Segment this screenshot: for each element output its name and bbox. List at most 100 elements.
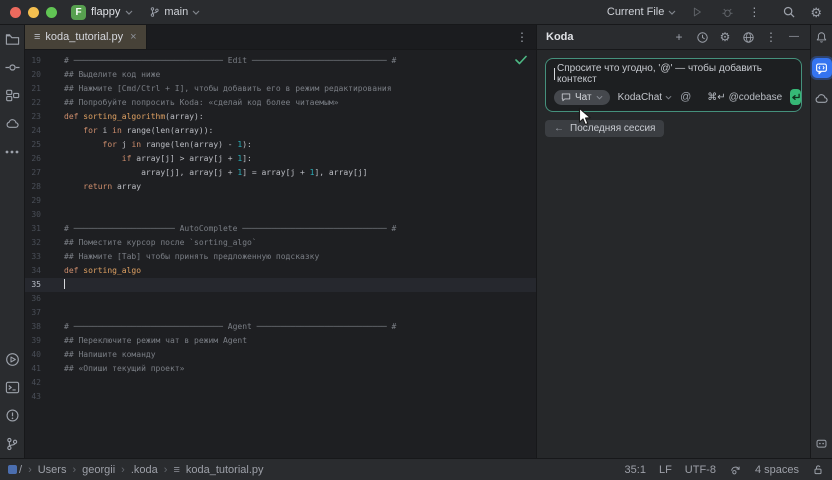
code-line[interactable]: 22## Попробуйте попросить Koda: «сделай …: [25, 96, 536, 110]
indent-widget[interactable]: 4 spaces: [755, 464, 799, 476]
line-number[interactable]: 23: [25, 110, 41, 124]
hide-panel-icon[interactable]: —: [787, 30, 801, 44]
line-number[interactable]: 25: [25, 138, 41, 152]
line-number[interactable]: 40: [25, 348, 41, 362]
line-number[interactable]: 24: [25, 124, 41, 138]
code-line[interactable]: 20## Выделите код ниже: [25, 68, 536, 82]
terminal-tool-button[interactable]: [4, 379, 21, 396]
run-config-selector[interactable]: Current File: [607, 6, 676, 18]
caret-position-widget[interactable]: 35:1: [625, 464, 646, 476]
editor-tab-options-icon[interactable]: ⋮: [508, 25, 536, 49]
code-line[interactable]: 37: [25, 306, 536, 320]
code-line[interactable]: 30: [25, 208, 536, 222]
line-number[interactable]: 28: [25, 180, 41, 194]
line-number[interactable]: 31: [25, 222, 41, 236]
line-number[interactable]: 30: [25, 208, 41, 222]
code-editor[interactable]: 19# ─────────────────────────────── Edit…: [25, 50, 536, 458]
search-icon[interactable]: [782, 5, 796, 19]
structure-tool-button[interactable]: [4, 87, 21, 104]
breadcrumb-item[interactable]: /: [19, 464, 22, 476]
line-number[interactable]: 36: [25, 292, 41, 306]
encoding-widget[interactable]: UTF-8: [685, 464, 716, 476]
tab-close-icon[interactable]: ×: [130, 31, 136, 43]
model-selector[interactable]: KodaChat: [618, 92, 672, 103]
code-line[interactable]: 29: [25, 194, 536, 208]
debug-button[interactable]: [718, 3, 736, 21]
code-line[interactable]: 42: [25, 376, 536, 390]
commit-tool-button[interactable]: [4, 59, 21, 76]
code-line[interactable]: 19# ─────────────────────────────── Edit…: [25, 54, 536, 68]
chat-input-field[interactable]: Спросите что угодно, '@' — чтобы добавит…: [554, 66, 793, 81]
settings-gear-icon[interactable]: ⚙: [718, 30, 732, 44]
more-actions-button[interactable]: ⋮: [748, 6, 760, 18]
code-line[interactable]: 43: [25, 390, 536, 404]
line-number[interactable]: 35: [25, 278, 41, 292]
code-line[interactable]: 27 array[j], array[j + 1] = array[j + 1]…: [25, 166, 536, 180]
line-number[interactable]: 42: [25, 376, 41, 390]
line-number[interactable]: 39: [25, 334, 41, 348]
run-tool-button[interactable]: [4, 351, 21, 368]
chat-mode-chip[interactable]: Чат: [554, 90, 610, 105]
code-line[interactable]: 38# ─────────────────────────────── Agen…: [25, 320, 536, 334]
new-chat-icon[interactable]: +: [672, 30, 686, 44]
line-number[interactable]: 38: [25, 320, 41, 334]
line-ending-widget[interactable]: LF: [659, 464, 672, 476]
code-line[interactable]: 31# ───────────────────── AutoComplete ─…: [25, 222, 536, 236]
line-number[interactable]: 19: [25, 54, 41, 68]
code-line[interactable]: 34def sorting_algo: [25, 264, 536, 278]
line-number[interactable]: 37: [25, 306, 41, 320]
code-line[interactable]: 40## Напишите команду: [25, 348, 536, 362]
code-line[interactable]: 24 for i in range(len(array)):: [25, 124, 536, 138]
line-number[interactable]: 27: [25, 166, 41, 180]
code-line[interactable]: 32## Поместите курсор после `sorting_alg…: [25, 236, 536, 250]
line-number[interactable]: 20: [25, 68, 41, 82]
close-window-button[interactable]: [10, 7, 21, 18]
line-number[interactable]: 32: [25, 236, 41, 250]
settings-gear-icon[interactable]: ⚙: [810, 6, 822, 19]
more-tool-windows-button[interactable]: [4, 143, 21, 160]
plugin-tool-button[interactable]: [813, 435, 830, 452]
breadcrumb-item[interactable]: koda_tutorial.py: [186, 464, 264, 476]
line-number[interactable]: 33: [25, 250, 41, 264]
minimize-window-button[interactable]: [28, 7, 39, 18]
tab-koda-tutorial[interactable]: ≡ koda_tutorial.py ×: [25, 25, 147, 49]
panel-options-icon[interactable]: ⋮: [764, 30, 778, 44]
code-line[interactable]: 25 for j in range(len(array) - 1):: [25, 138, 536, 152]
add-context-button[interactable]: @: [680, 91, 691, 103]
code-line[interactable]: 35: [25, 278, 536, 292]
line-number[interactable]: 29: [25, 194, 41, 208]
history-clock-icon[interactable]: [695, 30, 709, 44]
line-number[interactable]: 26: [25, 152, 41, 166]
send-button[interactable]: [790, 89, 801, 105]
ai-completion-status-icon[interactable]: [729, 464, 742, 476]
code-line[interactable]: 33## Нажмите [Tab] чтобы принять предлож…: [25, 250, 536, 264]
chat-input-box[interactable]: Спросите что угодно, '@' — чтобы добавит…: [545, 58, 802, 112]
codebase-shortcut-hint[interactable]: ⌘↵ @codebase: [707, 92, 782, 103]
breadcrumb-item[interactable]: Users: [38, 464, 67, 476]
inspections-ok-icon[interactable]: [515, 55, 527, 65]
breadcrumb-item[interactable]: georgii: [82, 464, 115, 476]
line-number[interactable]: 34: [25, 264, 41, 278]
unlocked-icon[interactable]: [812, 463, 824, 476]
last-session-button[interactable]: ← Последняя сессия: [545, 120, 664, 137]
line-number[interactable]: 21: [25, 82, 41, 96]
branch-selector[interactable]: main: [149, 6, 200, 18]
project-tool-button[interactable]: [4, 31, 21, 48]
line-number[interactable]: 22: [25, 96, 41, 110]
run-button[interactable]: [688, 3, 706, 21]
code-line[interactable]: 26 if array[j] > array[j + 1]:: [25, 152, 536, 166]
notifications-bell-icon[interactable]: [813, 29, 830, 46]
code-line[interactable]: 21## Нажмите [Cmd/Ctrl + I], чтобы добав…: [25, 82, 536, 96]
code-line[interactable]: 41## «Опиши текущий проект»: [25, 362, 536, 376]
ai-assistant-tool-button[interactable]: [4, 115, 21, 132]
problems-tool-button[interactable]: [4, 407, 21, 424]
code-line[interactable]: 36: [25, 292, 536, 306]
globe-icon[interactable]: [741, 30, 755, 44]
breadcrumb-item[interactable]: .koda: [131, 464, 158, 476]
project-selector[interactable]: F flappy: [71, 5, 133, 20]
code-line[interactable]: 28 return array: [25, 180, 536, 194]
code-line[interactable]: 39## Переключите режим чат в режим Agent: [25, 334, 536, 348]
version-control-tool-button[interactable]: [4, 435, 21, 452]
zoom-window-button[interactable]: [46, 7, 57, 18]
line-number[interactable]: 43: [25, 390, 41, 404]
